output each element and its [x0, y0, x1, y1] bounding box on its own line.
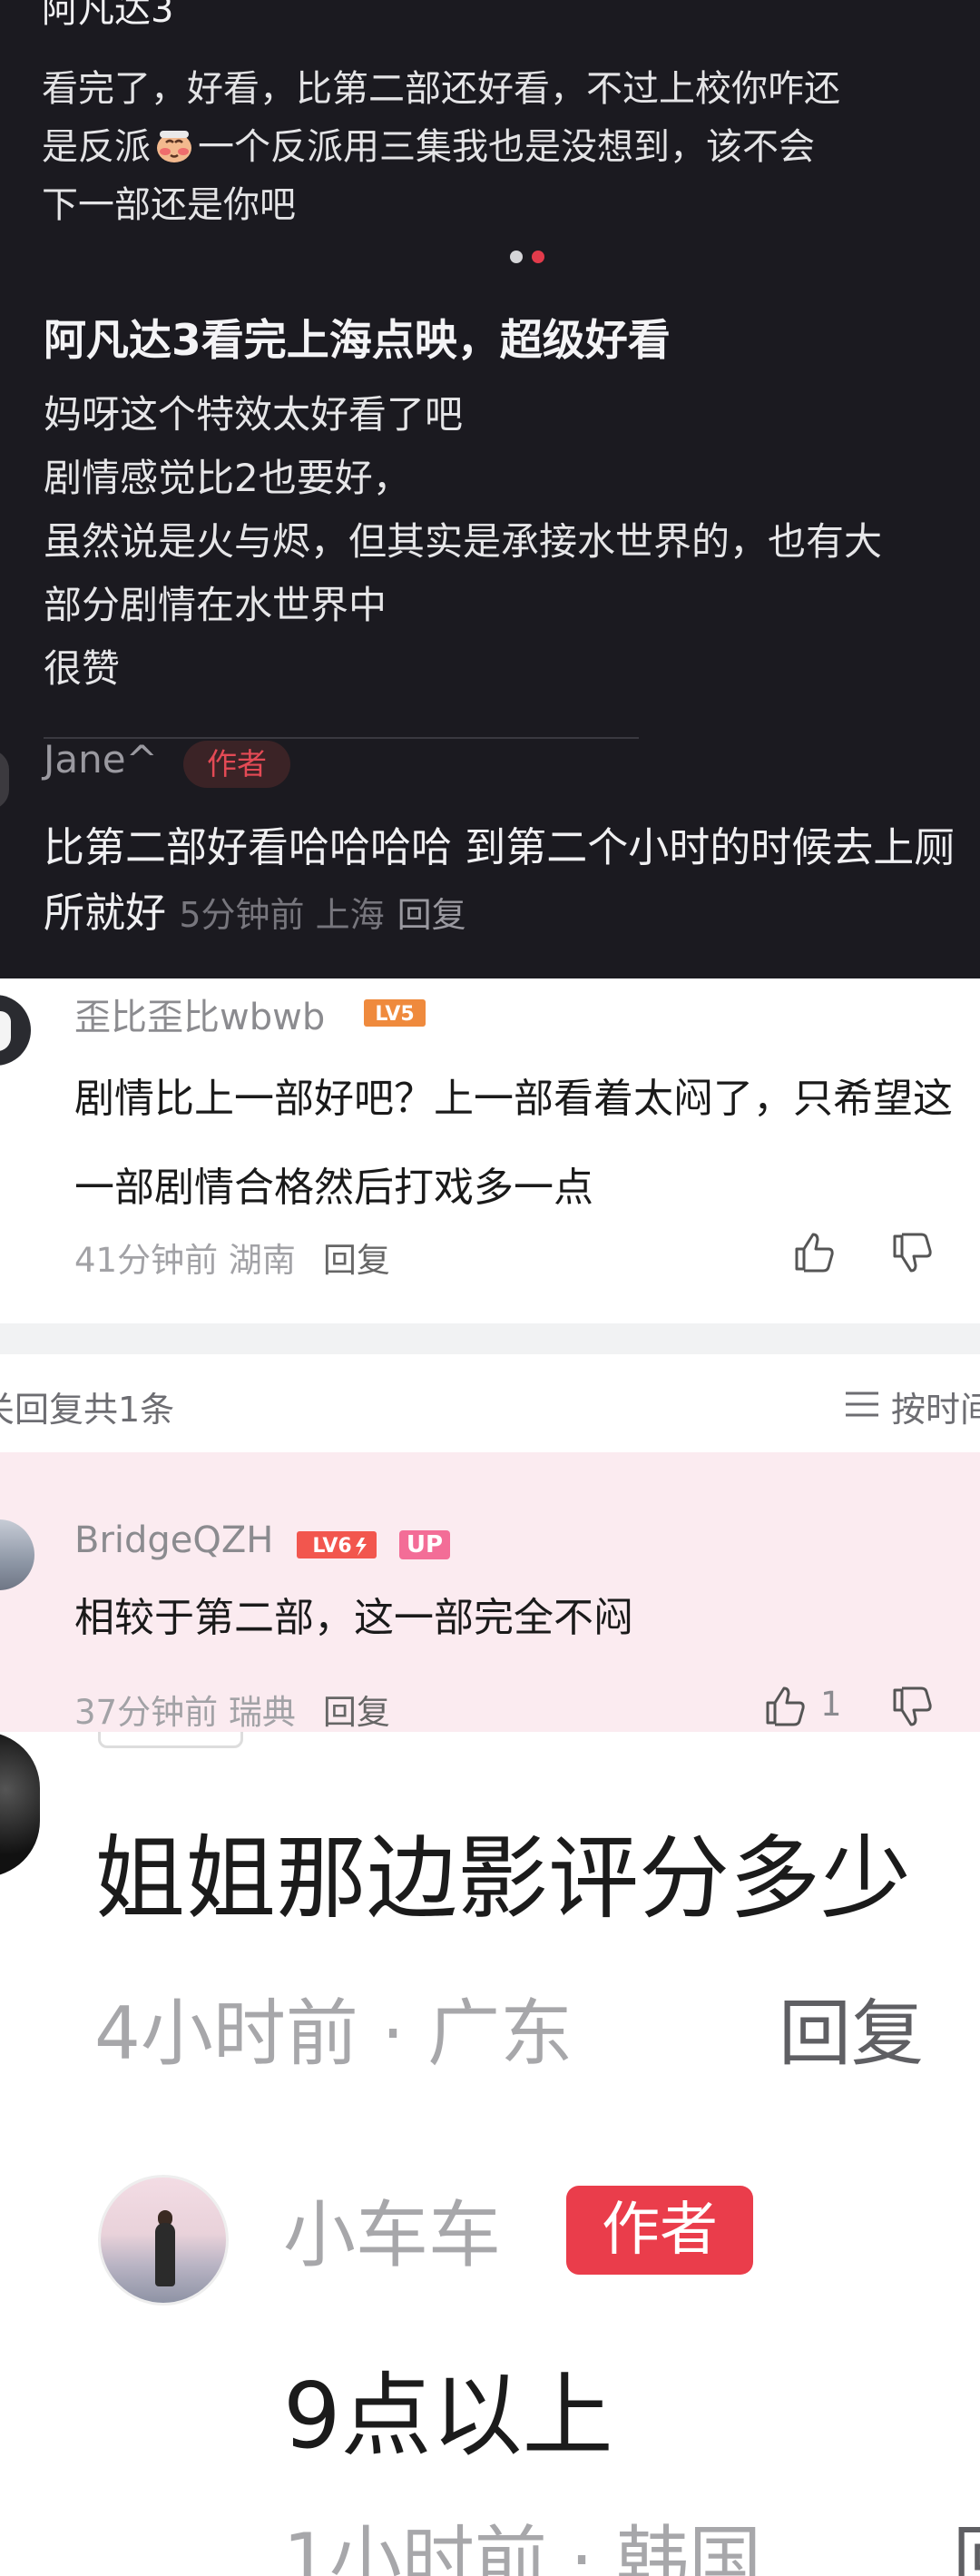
up-reply-card: BridgeQZH LV6 UP 相较于第二部，这一部完全不闷 37分钟前 瑞典… — [0, 1452, 980, 1732]
post-content-line: 剧情感觉比2也要好， — [44, 456, 411, 500]
svg-text:LV6: LV6 — [312, 1535, 351, 1558]
comment-meta: 4小时前 · 广东 — [94, 1991, 573, 2076]
comment-meta: 41分钟前 湖南 回复 — [74, 1233, 390, 1282]
comment-card: 歪比歪比wbwb LV5 剧情比上一部好吧？上一部看着太闷了，只希望这一部剧情合… — [0, 978, 980, 1323]
post-title: 阿凡达3看完上海点映，超级好看 — [44, 316, 671, 366]
reply-button[interactable]: 回复 — [323, 1693, 390, 1732]
section-separator — [0, 1323, 980, 1354]
avatar-figure-icon — [155, 2223, 175, 2286]
reply-meta: 5分钟前 上海 回复 — [179, 895, 466, 935]
reply-comment: 比第二部好看哈哈哈哈 到第二个小时的时候去上厕所就好 5分钟前 上海 回复 — [44, 815, 960, 948]
thumbs-down-icon[interactable] — [889, 1685, 935, 1730]
blushing-face-emoji-icon — [154, 123, 194, 162]
badge-partial — [98, 1732, 243, 1748]
thumbs-up-icon[interactable] — [791, 1229, 837, 1274]
sort-button[interactable]: 按时间 — [891, 1381, 980, 1431]
post-body-line: 是反派 — [42, 126, 151, 168]
reply-location: 上海 — [315, 895, 385, 935]
thumbs-up-icon[interactable] — [762, 1683, 808, 1728]
reply-button[interactable]: 回复 — [397, 895, 466, 935]
pager-dot-active[interactable] — [532, 251, 544, 263]
comment-text: 剧情比上一部好吧？上一部看着太闷了，只希望这一部剧情合格然后打戏多一点 — [74, 1076, 953, 1211]
post-body-text: 看完了，好看，比第二部还好看，不过上校你咋还 是反派 一个反派用三集我也是没想到，… — [42, 60, 949, 234]
thumbs-down-icon[interactable] — [889, 1231, 935, 1276]
avatar[interactable] — [0, 1519, 34, 1590]
dark-post-section: 阿凡达3 看完了，好看，比第二部还好看，不过上校你咋还 是反派 一个反派用三集我也… — [0, 0, 980, 978]
zoomed-comment-section: 姐姐那边影评分多少 4小时前 · 广东 回复 小车车 作者 9点以上 1小时前 … — [0, 1732, 980, 2576]
avatar[interactable] — [0, 995, 31, 1066]
avatar[interactable] — [0, 1732, 40, 1877]
svg-text:LV5: LV5 — [375, 1003, 414, 1026]
reply-meta: 1小时前 · 韩国 — [283, 2518, 762, 2576]
post-body-line: 看完了，好看，比第二部还好看，不过上校你咋还 — [42, 68, 840, 110]
reply-button[interactable]: 回复 — [323, 1241, 390, 1280]
up-badge: UP — [399, 1530, 450, 1559]
comment-text: 相较于第二部，这一部完全不闷 — [74, 1595, 633, 1641]
author-badge: 作者 — [566, 2186, 753, 2275]
post-content-line: 部分剧情在水世界中 — [44, 583, 387, 627]
author-badge: 作者 — [183, 741, 290, 788]
reply-time: 5分钟前 — [179, 895, 305, 935]
reply-username[interactable]: Jane^ — [44, 737, 158, 782]
post-content-line: 虽然说是火与烬，但其实是承接水世界的，也有大 — [44, 519, 883, 564]
reply-header: 关回复共1条 按时间 — [0, 1354, 980, 1452]
comment-text: 姐姐那边影评分多少 — [94, 1825, 911, 1932]
reply-count: 关回复共1条 — [0, 1390, 175, 1430]
comment-username[interactable]: BridgeQZH — [74, 1519, 273, 1561]
comment-location: 湖南 — [228, 1241, 296, 1280]
reply-button[interactable]: 回复 — [779, 1975, 924, 2080]
reply-text: 9点以上 — [283, 2363, 613, 2469]
pager-dot-inactive[interactable] — [510, 251, 523, 263]
level-badge-icon: LV5 — [364, 999, 426, 1027]
reply-button[interactable]: 回 — [953, 2502, 980, 2576]
comment-time: 41分钟前 — [74, 1241, 219, 1280]
avatar[interactable] — [98, 2175, 229, 2306]
reply-username[interactable]: 小车车 — [283, 2177, 501, 2282]
post-title-partial: 阿凡达3 — [42, 0, 174, 31]
comment-location: 瑞典 — [228, 1693, 296, 1732]
post-body-line: 下一部还是你吧 — [42, 184, 296, 226]
sort-icon[interactable] — [844, 1391, 880, 1418]
comment-username[interactable]: 歪比歪比wbwb — [74, 988, 325, 1040]
post-content-line: 妈呀这个特效太好看了吧 — [44, 392, 464, 437]
comment-meta: 37分钟前 瑞典 回复 — [74, 1685, 390, 1732]
level-badge-icon: LV6 — [297, 1531, 377, 1558]
post-content-line: 很赞 — [44, 646, 121, 691]
post-content: 妈呀这个特效太好看了吧 剧情感觉比2也要好， 虽然说是火与烬，但其实是承接水世界… — [44, 383, 882, 701]
avatar[interactable] — [0, 750, 9, 810]
like-count: 1 — [820, 1685, 842, 1724]
avatar-pet-icon — [0, 1011, 11, 1051]
post-body-line: 一个反派用三集我也是没想到，该不会 — [198, 126, 815, 168]
comment-time: 37分钟前 — [74, 1693, 219, 1732]
